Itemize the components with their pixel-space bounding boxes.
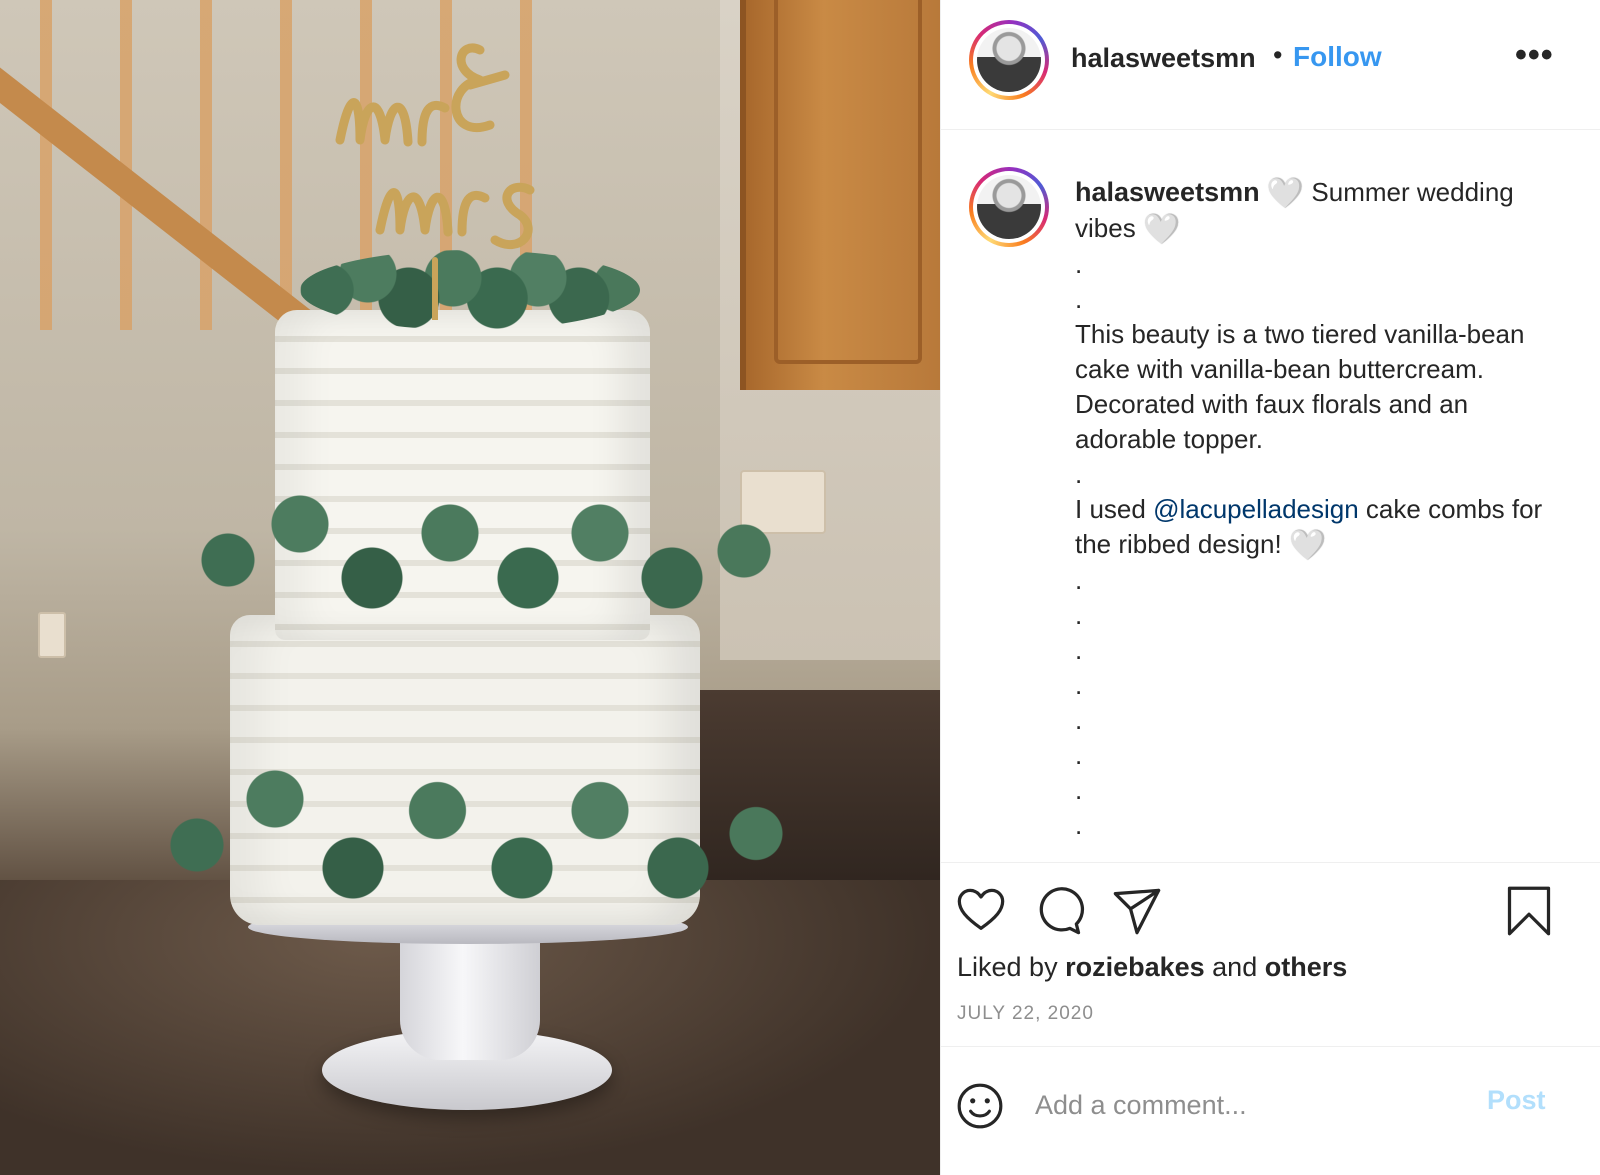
caption-dot: . <box>1075 565 1083 595</box>
share-icon[interactable] <box>1111 885 1163 937</box>
action-bar <box>941 885 1600 945</box>
bookmark-icon[interactable] <box>1503 885 1555 937</box>
white-heart-emoji: 🤍 <box>1142 213 1181 246</box>
white-heart-emoji: 🤍 <box>1266 177 1305 210</box>
wall-outlet <box>38 612 66 658</box>
avatar[interactable] <box>969 20 1049 100</box>
caption-avatar[interactable] <box>969 167 1049 247</box>
caption-dot: . <box>1075 249 1083 279</box>
kitchen-cabinet <box>740 0 940 390</box>
post-header: halasweetsmn • Follow ••• <box>941 0 1600 130</box>
cake-topper-graphic <box>335 43 535 320</box>
caption-text: halasweetsmn 🤍 Summer wedding vibes 🤍 . … <box>1075 175 1575 843</box>
separator-dot: • <box>1273 40 1283 70</box>
post-photo[interactable] <box>0 0 940 1175</box>
caption-dot: . <box>1075 740 1083 770</box>
smiley-emoji-icon[interactable] <box>955 1081 1005 1131</box>
profile-picture <box>977 28 1041 92</box>
mention-link[interactable]: @lacupelladesign <box>1153 494 1359 524</box>
eucalyptus-garland-middle <box>180 470 780 650</box>
post-side-panel: halasweetsmn • Follow ••• halasweetsmn 🤍… <box>940 0 1600 1175</box>
caption-dot: . <box>1075 600 1083 630</box>
header-username[interactable]: halasweetsmn <box>1071 43 1256 74</box>
white-heart-emoji: 🤍 <box>1288 529 1327 562</box>
caption-paragraph-1: This beauty is a two tiered vanilla-bean… <box>1075 319 1525 454</box>
caption-paragraph-2: I used @lacupelladesign cake combs for t… <box>1075 494 1543 562</box>
comment-input[interactable] <box>1035 1077 1475 1133</box>
caption-dot: . <box>1075 705 1083 735</box>
eucalyptus-garland-bottom <box>145 730 795 960</box>
caption-dot: . <box>1075 459 1083 489</box>
post-date[interactable]: JULY 22, 2020 <box>957 1003 1094 1025</box>
more-options-icon[interactable]: ••• <box>1515 36 1554 75</box>
follow-button[interactable]: Follow <box>1293 41 1382 73</box>
liked-by-others[interactable]: others <box>1265 952 1348 982</box>
comment-icon[interactable] <box>1033 885 1085 937</box>
caption-username[interactable]: halasweetsmn <box>1075 177 1260 207</box>
caption-section: halasweetsmn 🤍 Summer wedding vibes 🤍 . … <box>941 131 1600 863</box>
heart-icon[interactable] <box>955 885 1007 937</box>
caption-dot: . <box>1075 284 1083 314</box>
comment-bar: Post <box>941 1046 1600 1175</box>
caption-dot: . <box>1075 810 1083 840</box>
caption-dot: . <box>1075 635 1083 665</box>
liked-by-text: Liked by roziebakes and others <box>957 952 1348 982</box>
liked-by-user[interactable]: roziebakes <box>1065 952 1205 982</box>
profile-picture <box>977 175 1041 239</box>
post-comment-button[interactable]: Post <box>1487 1085 1546 1116</box>
caption-dot: . <box>1075 670 1083 700</box>
caption-dot: . <box>1075 775 1083 805</box>
